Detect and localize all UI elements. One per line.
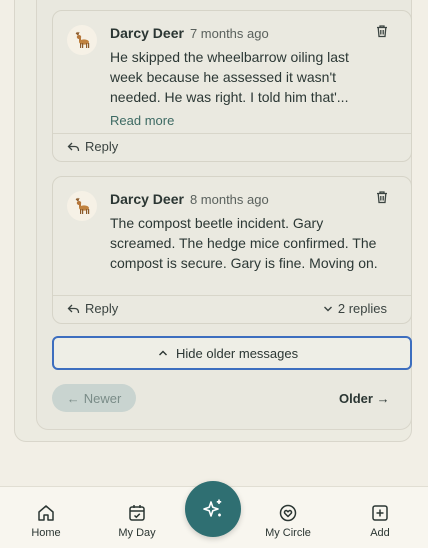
delete-button[interactable] <box>375 190 389 209</box>
comment-time: 8 months ago <box>189 192 269 207</box>
newer-button[interactable]: ← Newer <box>52 384 136 412</box>
comment-card: Darcy Deer 8 months ago The compost beetl… <box>52 176 412 324</box>
nav-home[interactable]: Home <box>16 503 76 539</box>
author-name: Darcy Deer <box>110 191 184 207</box>
deer-icon <box>75 197 90 214</box>
reply-button[interactable]: Reply <box>67 139 118 154</box>
heart-circle-icon <box>279 504 297 522</box>
comment-author: Darcy Deer 7 months ago <box>110 25 269 41</box>
chevron-down-icon <box>323 306 332 311</box>
ai-sparkle-button[interactable] <box>185 481 241 537</box>
trash-icon[interactable] <box>375 190 389 204</box>
hide-older-label: Hide older messages <box>176 345 299 361</box>
nav-add-label: Add <box>370 527 390 539</box>
nav-my-circle[interactable]: My Circle <box>258 503 318 539</box>
reply-icon <box>67 142 80 151</box>
divider <box>53 133 411 134</box>
nav-home-label: Home <box>31 527 61 539</box>
replies-toggle[interactable]: 2 replies <box>323 301 387 316</box>
sparkle-icon <box>203 499 222 517</box>
hide-older-messages-button[interactable]: Hide older messages <box>52 336 412 370</box>
reply-label: Reply <box>85 301 119 316</box>
newer-label: Newer <box>83 390 122 406</box>
deer-icon <box>75 31 90 48</box>
comment-card: Darcy Deer 7 months ago He skipped the wh… <box>52 10 412 162</box>
reply-label: Reply <box>85 139 119 154</box>
arrow-right-icon: → <box>376 391 390 406</box>
calendar-icon <box>129 505 145 521</box>
comment-author: Darcy Deer 8 months ago <box>110 191 269 207</box>
divider <box>53 295 411 296</box>
older-label: Older <box>339 391 373 406</box>
comment-time: 7 months ago <box>189 26 269 41</box>
trash-icon[interactable] <box>375 24 389 38</box>
comment-text: He skipped the wheelbarrow oiling last w… <box>110 49 349 105</box>
nav-my-circle-label: My Circle <box>265 527 311 539</box>
add-square-icon <box>372 505 388 521</box>
chevron-up-icon <box>159 350 167 356</box>
reply-icon <box>67 304 80 313</box>
home-icon <box>38 505 54 521</box>
comment-text: The compost beetle incident. Gary scream… <box>110 215 378 271</box>
delete-button[interactable] <box>375 24 389 43</box>
nav-add[interactable]: Add <box>350 503 410 539</box>
read-more-link[interactable]: Read more <box>110 113 174 128</box>
nav-my-day[interactable]: My Day <box>107 503 167 539</box>
author-name: Darcy Deer <box>110 25 184 41</box>
nav-my-day-label: My Day <box>118 527 156 539</box>
avatar <box>67 25 97 55</box>
arrow-left-icon: ← <box>66 390 80 406</box>
replies-count: 2 replies <box>337 301 387 316</box>
reply-button[interactable]: Reply <box>67 301 118 316</box>
avatar <box>67 191 97 221</box>
older-button[interactable]: Older → <box>339 391 390 406</box>
